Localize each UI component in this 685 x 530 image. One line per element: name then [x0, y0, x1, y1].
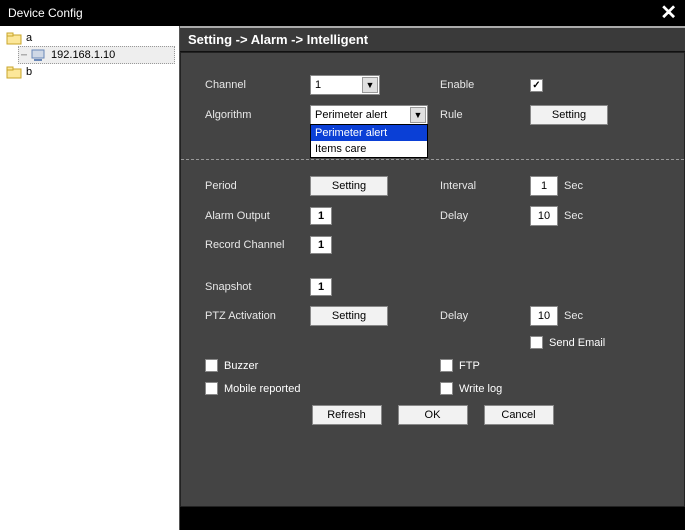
- window-title: Device Config: [8, 6, 83, 20]
- algorithm-dropdown: Perimeter alert Items care: [310, 124, 428, 158]
- ptz-label: PTZ Activation: [205, 310, 310, 322]
- rule-label: Rule: [430, 109, 530, 121]
- folder-icon: [6, 31, 22, 45]
- algorithm-option[interactable]: Perimeter alert: [311, 125, 427, 141]
- writelog-checkbox[interactable]: [440, 382, 453, 395]
- cancel-button[interactable]: Cancel: [484, 405, 554, 425]
- period-setting-button[interactable]: Setting: [310, 176, 388, 196]
- chevron-down-icon: ▼: [410, 107, 426, 123]
- ok-button[interactable]: OK: [398, 405, 468, 425]
- algorithm-select[interactable]: Perimeter alert ▼: [310, 105, 428, 125]
- snapshot-label: Snapshot: [205, 281, 310, 293]
- device-icon: [31, 48, 47, 62]
- alarm-output-value[interactable]: 1: [310, 207, 332, 225]
- sec-label: Sec: [564, 180, 583, 192]
- send-email-checkbox[interactable]: [530, 336, 543, 349]
- folder-icon: [6, 65, 22, 79]
- refresh-button[interactable]: Refresh: [312, 405, 382, 425]
- sec-label: Sec: [564, 310, 583, 322]
- record-channel-label: Record Channel: [205, 239, 310, 251]
- record-channel-value[interactable]: 1: [310, 236, 332, 254]
- tree-label: b: [26, 66, 32, 78]
- algorithm-option[interactable]: Items care: [311, 141, 427, 157]
- algorithm-label: Algorithm: [205, 109, 310, 121]
- enable-checkbox[interactable]: [530, 79, 543, 92]
- ftp-label: FTP: [459, 360, 480, 372]
- sec-label: Sec: [564, 210, 583, 222]
- buzzer-label: Buzzer: [224, 360, 258, 372]
- writelog-label: Write log: [459, 383, 502, 395]
- snapshot-value[interactable]: 1: [310, 278, 332, 296]
- ptz-delay-input[interactable]: 10: [530, 306, 558, 326]
- ptz-setting-button[interactable]: Setting: [310, 306, 388, 326]
- tree-node-b[interactable]: b: [4, 64, 175, 80]
- ftp-checkbox[interactable]: [440, 359, 453, 372]
- enable-label: Enable: [430, 79, 530, 91]
- channel-label: Channel: [205, 79, 310, 91]
- period-label: Period: [205, 180, 310, 192]
- device-tree: a ⋯ 192.168.1.10 b: [0, 26, 180, 530]
- mobile-checkbox[interactable]: [205, 382, 218, 395]
- delay-input[interactable]: 10: [530, 206, 558, 226]
- rule-setting-button[interactable]: Setting: [530, 105, 608, 125]
- alarm-output-label: Alarm Output: [205, 210, 310, 222]
- close-icon[interactable]: ✕: [660, 3, 677, 23]
- tree-node-a[interactable]: a: [4, 30, 175, 46]
- delay-label: Delay: [430, 210, 530, 222]
- interval-label: Interval: [430, 180, 530, 192]
- tree-label: a: [26, 32, 32, 44]
- buzzer-checkbox[interactable]: [205, 359, 218, 372]
- chevron-down-icon: ▼: [362, 77, 378, 93]
- mobile-label: Mobile reported: [224, 383, 300, 395]
- delay2-label: Delay: [430, 310, 530, 322]
- tree-label: 192.168.1.10: [51, 49, 115, 61]
- interval-input[interactable]: 1: [530, 176, 558, 196]
- channel-select[interactable]: 1 ▼: [310, 75, 380, 95]
- tree-node-ip[interactable]: ⋯ 192.168.1.10: [18, 46, 175, 64]
- breadcrumb: Setting -> Alarm -> Intelligent: [180, 26, 685, 52]
- send-email-label: Send Email: [549, 337, 605, 349]
